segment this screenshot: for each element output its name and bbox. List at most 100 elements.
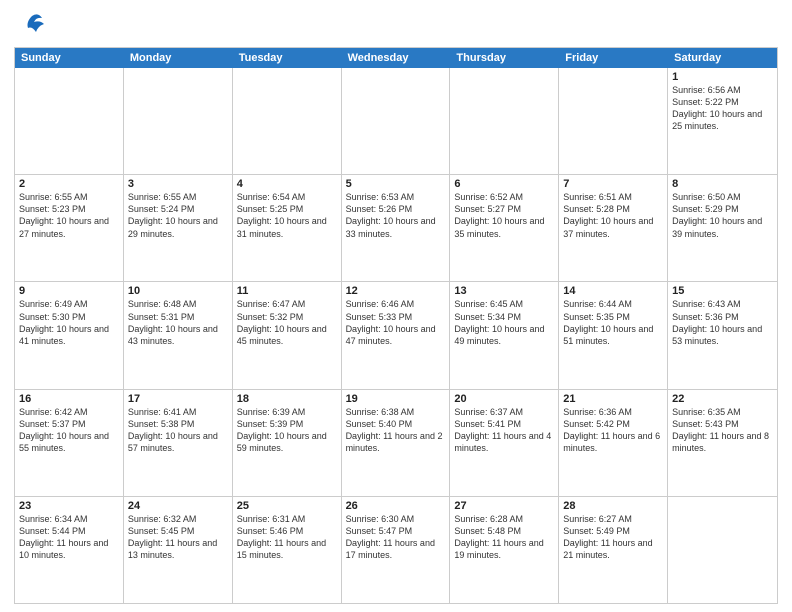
day-cell-18: 18Sunrise: 6:39 AM Sunset: 5:39 PM Dayli…: [233, 390, 342, 496]
day-cell-4: 4Sunrise: 6:54 AM Sunset: 5:25 PM Daylig…: [233, 175, 342, 281]
day-info: Sunrise: 6:35 AM Sunset: 5:43 PM Dayligh…: [672, 406, 773, 455]
day-cell-22: 22Sunrise: 6:35 AM Sunset: 5:43 PM Dayli…: [668, 390, 777, 496]
day-header-wednesday: Wednesday: [342, 48, 451, 68]
weeks: 1Sunrise: 6:56 AM Sunset: 5:22 PM Daylig…: [15, 68, 777, 603]
day-cell-24: 24Sunrise: 6:32 AM Sunset: 5:45 PM Dayli…: [124, 497, 233, 603]
day-cell-empty-0-1: [124, 68, 233, 174]
day-info: Sunrise: 6:55 AM Sunset: 5:23 PM Dayligh…: [19, 191, 119, 240]
day-info: Sunrise: 6:50 AM Sunset: 5:29 PM Dayligh…: [672, 191, 773, 240]
day-info: Sunrise: 6:28 AM Sunset: 5:48 PM Dayligh…: [454, 513, 554, 562]
day-info: Sunrise: 6:56 AM Sunset: 5:22 PM Dayligh…: [672, 84, 773, 133]
day-cell-empty-4-6: [668, 497, 777, 603]
day-number: 5: [346, 178, 446, 190]
day-number: 2: [19, 178, 119, 190]
day-number: 18: [237, 393, 337, 405]
day-info: Sunrise: 6:39 AM Sunset: 5:39 PM Dayligh…: [237, 406, 337, 455]
day-number: 12: [346, 285, 446, 297]
day-cell-12: 12Sunrise: 6:46 AM Sunset: 5:33 PM Dayli…: [342, 282, 451, 388]
day-cell-empty-0-4: [450, 68, 559, 174]
day-info: Sunrise: 6:48 AM Sunset: 5:31 PM Dayligh…: [128, 298, 228, 347]
day-cell-19: 19Sunrise: 6:38 AM Sunset: 5:40 PM Dayli…: [342, 390, 451, 496]
day-cell-13: 13Sunrise: 6:45 AM Sunset: 5:34 PM Dayli…: [450, 282, 559, 388]
header: [14, 10, 778, 43]
day-info: Sunrise: 6:37 AM Sunset: 5:41 PM Dayligh…: [454, 406, 554, 455]
day-info: Sunrise: 6:49 AM Sunset: 5:30 PM Dayligh…: [19, 298, 119, 347]
logo-bird-icon: [18, 10, 46, 43]
day-info: Sunrise: 6:53 AM Sunset: 5:26 PM Dayligh…: [346, 191, 446, 240]
day-number: 21: [563, 393, 663, 405]
day-cell-16: 16Sunrise: 6:42 AM Sunset: 5:37 PM Dayli…: [15, 390, 124, 496]
day-number: 28: [563, 500, 663, 512]
day-cell-3: 3Sunrise: 6:55 AM Sunset: 5:24 PM Daylig…: [124, 175, 233, 281]
day-info: Sunrise: 6:32 AM Sunset: 5:45 PM Dayligh…: [128, 513, 228, 562]
day-info: Sunrise: 6:45 AM Sunset: 5:34 PM Dayligh…: [454, 298, 554, 347]
day-number: 1: [672, 71, 773, 83]
day-number: 27: [454, 500, 554, 512]
day-info: Sunrise: 6:41 AM Sunset: 5:38 PM Dayligh…: [128, 406, 228, 455]
day-number: 19: [346, 393, 446, 405]
day-cell-28: 28Sunrise: 6:27 AM Sunset: 5:49 PM Dayli…: [559, 497, 668, 603]
week-row-3: 16Sunrise: 6:42 AM Sunset: 5:37 PM Dayli…: [15, 390, 777, 497]
day-cell-26: 26Sunrise: 6:30 AM Sunset: 5:47 PM Dayli…: [342, 497, 451, 603]
day-header-friday: Friday: [559, 48, 668, 68]
day-number: 13: [454, 285, 554, 297]
day-number: 11: [237, 285, 337, 297]
day-number: 15: [672, 285, 773, 297]
day-number: 14: [563, 285, 663, 297]
calendar: SundayMondayTuesdayWednesdayThursdayFrid…: [14, 47, 778, 604]
day-cell-10: 10Sunrise: 6:48 AM Sunset: 5:31 PM Dayli…: [124, 282, 233, 388]
day-cell-2: 2Sunrise: 6:55 AM Sunset: 5:23 PM Daylig…: [15, 175, 124, 281]
day-number: 8: [672, 178, 773, 190]
day-header-saturday: Saturday: [668, 48, 777, 68]
day-cell-23: 23Sunrise: 6:34 AM Sunset: 5:44 PM Dayli…: [15, 497, 124, 603]
day-info: Sunrise: 6:55 AM Sunset: 5:24 PM Dayligh…: [128, 191, 228, 240]
day-number: 26: [346, 500, 446, 512]
day-number: 10: [128, 285, 228, 297]
day-info: Sunrise: 6:27 AM Sunset: 5:49 PM Dayligh…: [563, 513, 663, 562]
day-info: Sunrise: 6:42 AM Sunset: 5:37 PM Dayligh…: [19, 406, 119, 455]
day-cell-9: 9Sunrise: 6:49 AM Sunset: 5:30 PM Daylig…: [15, 282, 124, 388]
day-info: Sunrise: 6:31 AM Sunset: 5:46 PM Dayligh…: [237, 513, 337, 562]
day-info: Sunrise: 6:36 AM Sunset: 5:42 PM Dayligh…: [563, 406, 663, 455]
day-cell-5: 5Sunrise: 6:53 AM Sunset: 5:26 PM Daylig…: [342, 175, 451, 281]
day-cell-27: 27Sunrise: 6:28 AM Sunset: 5:48 PM Dayli…: [450, 497, 559, 603]
day-info: Sunrise: 6:46 AM Sunset: 5:33 PM Dayligh…: [346, 298, 446, 347]
day-cell-empty-0-2: [233, 68, 342, 174]
day-cell-17: 17Sunrise: 6:41 AM Sunset: 5:38 PM Dayli…: [124, 390, 233, 496]
day-cell-6: 6Sunrise: 6:52 AM Sunset: 5:27 PM Daylig…: [450, 175, 559, 281]
page: SundayMondayTuesdayWednesdayThursdayFrid…: [0, 0, 792, 612]
day-info: Sunrise: 6:38 AM Sunset: 5:40 PM Dayligh…: [346, 406, 446, 455]
week-row-2: 9Sunrise: 6:49 AM Sunset: 5:30 PM Daylig…: [15, 282, 777, 389]
day-number: 17: [128, 393, 228, 405]
week-row-4: 23Sunrise: 6:34 AM Sunset: 5:44 PM Dayli…: [15, 497, 777, 603]
day-cell-15: 15Sunrise: 6:43 AM Sunset: 5:36 PM Dayli…: [668, 282, 777, 388]
day-number: 22: [672, 393, 773, 405]
week-row-1: 2Sunrise: 6:55 AM Sunset: 5:23 PM Daylig…: [15, 175, 777, 282]
day-number: 6: [454, 178, 554, 190]
day-info: Sunrise: 6:47 AM Sunset: 5:32 PM Dayligh…: [237, 298, 337, 347]
day-cell-7: 7Sunrise: 6:51 AM Sunset: 5:28 PM Daylig…: [559, 175, 668, 281]
logo: [14, 10, 46, 43]
day-number: 3: [128, 178, 228, 190]
day-cell-25: 25Sunrise: 6:31 AM Sunset: 5:46 PM Dayli…: [233, 497, 342, 603]
day-number: 4: [237, 178, 337, 190]
day-number: 7: [563, 178, 663, 190]
day-headers: SundayMondayTuesdayWednesdayThursdayFrid…: [15, 48, 777, 68]
day-header-sunday: Sunday: [15, 48, 124, 68]
day-number: 9: [19, 285, 119, 297]
day-cell-empty-0-5: [559, 68, 668, 174]
day-cell-11: 11Sunrise: 6:47 AM Sunset: 5:32 PM Dayli…: [233, 282, 342, 388]
day-info: Sunrise: 6:52 AM Sunset: 5:27 PM Dayligh…: [454, 191, 554, 240]
day-number: 20: [454, 393, 554, 405]
day-number: 23: [19, 500, 119, 512]
day-header-thursday: Thursday: [450, 48, 559, 68]
day-info: Sunrise: 6:54 AM Sunset: 5:25 PM Dayligh…: [237, 191, 337, 240]
day-cell-empty-0-0: [15, 68, 124, 174]
day-info: Sunrise: 6:44 AM Sunset: 5:35 PM Dayligh…: [563, 298, 663, 347]
week-row-0: 1Sunrise: 6:56 AM Sunset: 5:22 PM Daylig…: [15, 68, 777, 175]
day-info: Sunrise: 6:30 AM Sunset: 5:47 PM Dayligh…: [346, 513, 446, 562]
day-header-tuesday: Tuesday: [233, 48, 342, 68]
day-cell-20: 20Sunrise: 6:37 AM Sunset: 5:41 PM Dayli…: [450, 390, 559, 496]
day-info: Sunrise: 6:51 AM Sunset: 5:28 PM Dayligh…: [563, 191, 663, 240]
day-header-monday: Monday: [124, 48, 233, 68]
